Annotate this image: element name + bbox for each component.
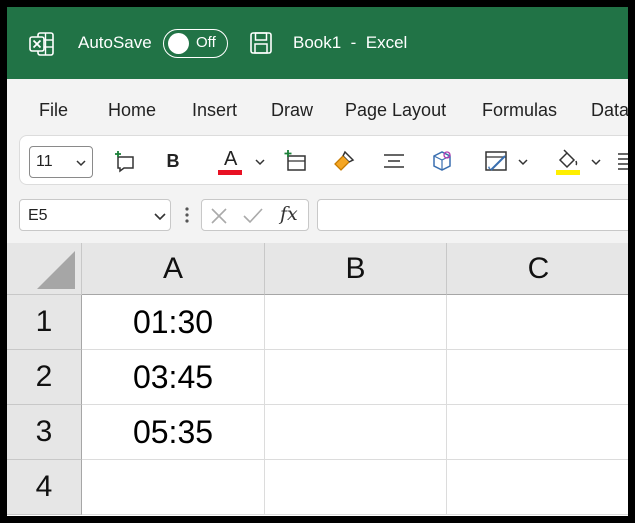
excel-window: AutoSave Off Book1 - Excel File Home Ins… — [7, 7, 628, 516]
chevron-down-icon[interactable] — [591, 158, 601, 166]
row-header-3[interactable]: 3 — [7, 405, 82, 460]
cell-b1[interactable] — [265, 295, 447, 350]
cell-a4[interactable] — [82, 460, 265, 515]
row-header-1[interactable]: 1 — [7, 295, 82, 350]
cell-c2[interactable] — [447, 350, 628, 405]
tab-file[interactable]: File — [39, 100, 68, 121]
select-all-triangle-icon — [37, 251, 75, 289]
tab-draw[interactable]: Draw — [271, 100, 313, 121]
insert-cells-button[interactable] — [282, 146, 310, 176]
excel-logo-icon[interactable] — [29, 31, 55, 57]
chevron-down-icon[interactable] — [255, 158, 265, 166]
save-icon[interactable] — [249, 31, 273, 55]
insert-function-button[interactable]: fx — [280, 203, 298, 225]
tab-page-layout[interactable]: Page Layout — [345, 100, 446, 121]
bold-label: B — [166, 150, 180, 171]
format-painter-button[interactable] — [330, 146, 358, 176]
autosave-state: Off — [196, 34, 216, 51]
3d-shape-icon — [433, 151, 451, 171]
format-painter-icon — [334, 150, 355, 171]
chevron-down-icon — [76, 160, 86, 167]
cell-b3[interactable] — [265, 405, 447, 460]
chevron-down-icon[interactable] — [518, 158, 528, 166]
row-header-2[interactable]: 2 — [7, 350, 82, 405]
fill-color-button[interactable] — [553, 146, 583, 176]
column-header-c[interactable]: C — [447, 243, 628, 295]
font-color-label: A — [224, 148, 238, 170]
confirm-icon[interactable] — [242, 207, 264, 225]
vertical-dots-icon — [185, 207, 189, 223]
cell-b4[interactable] — [265, 460, 447, 515]
cell-a1[interactable]: 01:30 — [82, 295, 265, 350]
chevron-down-icon — [154, 213, 166, 220]
align-center-icon — [384, 154, 404, 168]
tab-formulas[interactable]: Formulas — [482, 100, 557, 121]
ribbon-tabs: File Home Insert Draw Page Layout Formul… — [7, 79, 628, 137]
formula-input[interactable] — [317, 199, 628, 231]
name-box[interactable]: E5 — [19, 199, 171, 231]
autosave-toggle[interactable]: Off — [163, 29, 228, 58]
select-all-button[interactable] — [7, 243, 82, 295]
3d-shape-button[interactable] — [428, 146, 456, 176]
align-button[interactable] — [616, 146, 628, 176]
autosave-label: AutoSave — [78, 33, 152, 52]
format-table-icon — [485, 151, 507, 171]
formula-buttons: fx — [201, 199, 309, 231]
cell-c4[interactable] — [447, 460, 628, 515]
spreadsheet-grid: A B C 1 2 3 4 01:30 03:45 05:35 — [7, 243, 628, 516]
format-table-button[interactable] — [482, 146, 512, 176]
font-color-swatch — [218, 170, 242, 175]
cell-b2[interactable] — [265, 350, 447, 405]
insert-cells-icon — [284, 150, 306, 171]
tab-home[interactable]: Home — [108, 100, 156, 121]
font-size-select[interactable]: 11 — [29, 146, 93, 178]
toggle-knob — [168, 33, 189, 54]
new-comment-button[interactable] — [112, 146, 138, 176]
font-size-value: 11 — [36, 153, 53, 170]
cell-a3[interactable]: 05:35 — [82, 405, 265, 460]
align-icon — [618, 153, 628, 170]
font-color-button[interactable]: A — [216, 146, 246, 176]
cancel-icon[interactable] — [210, 207, 228, 225]
fill-color-icon — [556, 149, 580, 175]
tab-data[interactable]: Data — [591, 100, 628, 121]
document-title: Book1 - Excel — [293, 33, 408, 52]
title-bar: AutoSave Off Book1 - Excel — [7, 7, 628, 79]
column-header-b[interactable]: B — [265, 243, 447, 295]
align-center-button[interactable] — [380, 146, 408, 176]
column-header-a[interactable]: A — [82, 243, 265, 295]
formula-bar: E5 fx — [7, 193, 628, 237]
cell-c3[interactable] — [447, 405, 628, 460]
tab-insert[interactable]: Insert — [192, 100, 237, 121]
ribbon-toolbar: 11 B A — [19, 135, 628, 185]
row-header-4[interactable]: 4 — [7, 460, 82, 515]
font-color-icon: A — [218, 146, 244, 176]
more-options-icon[interactable] — [185, 206, 189, 229]
cell-a2[interactable]: 03:45 — [82, 350, 265, 405]
bold-button[interactable]: B — [162, 146, 184, 176]
new-comment-icon — [115, 151, 134, 173]
name-box-value: E5 — [28, 207, 48, 224]
cell-c1[interactable] — [447, 295, 628, 350]
